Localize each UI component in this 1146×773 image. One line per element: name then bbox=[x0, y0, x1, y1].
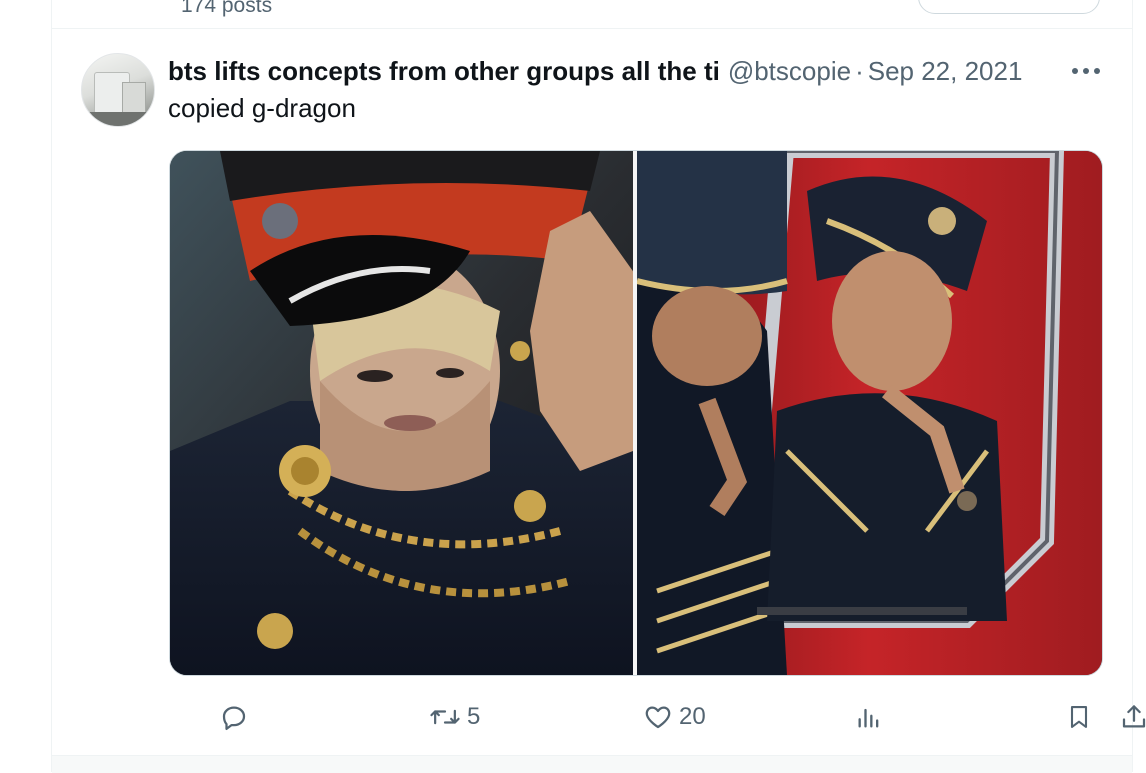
media-image-left[interactable] bbox=[170, 151, 633, 675]
header-separator: · bbox=[855, 55, 864, 86]
bookmark-icon bbox=[1070, 706, 1088, 728]
military-portrait-illustration bbox=[170, 151, 633, 675]
like-count: 20 bbox=[679, 703, 706, 730]
retweet-count: 5 bbox=[467, 703, 481, 730]
reply-icon bbox=[222, 706, 246, 730]
avatar-object-2 bbox=[122, 82, 146, 114]
follow-button[interactable] bbox=[918, 0, 1100, 14]
like-button[interactable]: 20 bbox=[643, 697, 706, 737]
retweet-icon bbox=[430, 709, 460, 725]
tweet-header: bts lifts concepts from other groups all… bbox=[168, 55, 1108, 87]
avatar-floor bbox=[82, 112, 154, 126]
retweet-button[interactable]: 5 bbox=[429, 697, 480, 737]
views-button[interactable] bbox=[855, 697, 889, 737]
tweet[interactable]: bts lifts concepts from other groups all… bbox=[52, 29, 1146, 755]
tweet-media[interactable] bbox=[169, 150, 1103, 676]
more-options-button[interactable] bbox=[1068, 55, 1104, 87]
share-icon bbox=[1122, 705, 1146, 728]
timeline-feed: 174 posts bts lifts concepts from other … bbox=[51, 0, 1146, 773]
next-tweet-edge bbox=[52, 755, 1132, 773]
media-image-right[interactable] bbox=[637, 151, 1102, 675]
avatar[interactable] bbox=[81, 53, 155, 127]
bookmark-button[interactable] bbox=[1065, 697, 1093, 737]
tweet-text: copied g-dragon bbox=[168, 93, 356, 123]
heart-icon bbox=[645, 706, 671, 729]
views-icon bbox=[858, 708, 879, 728]
tweet-actions: 5 20 bbox=[169, 697, 1146, 737]
tweet-date[interactable]: Sep 22, 2021 bbox=[868, 56, 1023, 87]
reply-button[interactable] bbox=[219, 697, 255, 737]
share-button[interactable] bbox=[1119, 697, 1146, 737]
display-name[interactable]: bts lifts concepts from other groups all… bbox=[168, 56, 720, 87]
user-handle[interactable]: @btscopie bbox=[728, 56, 851, 87]
more-horizontal-icon bbox=[1072, 68, 1100, 74]
posts-count: 174 posts bbox=[181, 0, 273, 17]
mirror-portrait-illustration bbox=[637, 151, 1100, 675]
profile-header-strip: 174 posts bbox=[52, 0, 1132, 29]
